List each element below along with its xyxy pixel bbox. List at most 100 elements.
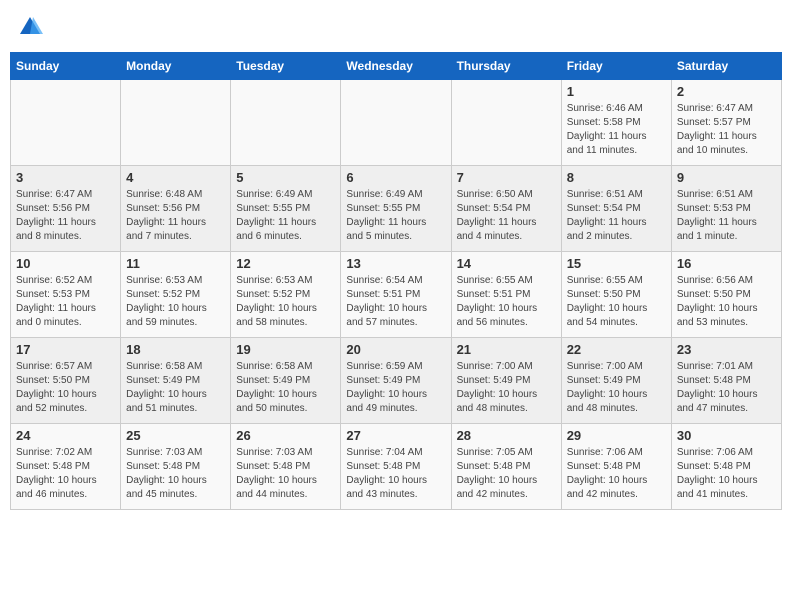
calendar-cell: 24Sunrise: 7:02 AM Sunset: 5:48 PM Dayli…: [11, 424, 121, 510]
calendar-week-1: 1Sunrise: 6:46 AM Sunset: 5:58 PM Daylig…: [11, 80, 782, 166]
day-info: Sunrise: 6:58 AM Sunset: 5:49 PM Dayligh…: [236, 360, 335, 416]
calendar-cell: 10 Sunrise: 6:52 AM Sunset: 5:53 PM Dayli…: [11, 252, 121, 338]
day-info: Sunrise: 7:04 AM Sunset: 5:48 PM Dayligh…: [346, 446, 445, 502]
day-info: Sunrise: 6:54 AM Sunset: 5:51 PM Dayligh…: [346, 274, 445, 330]
calendar-cell: 8 Sunrise: 6:51 AM Sunset: 5:54 PM Daylig…: [561, 166, 671, 252]
day-number: 10: [16, 256, 115, 271]
logo-icon: [17, 14, 43, 40]
weekday-header-saturday: Saturday: [671, 53, 781, 80]
day-number: 18: [126, 342, 225, 357]
calendar-cell: 13 Sunrise: 6:54 AM Sunset: 5:51 PM Dayli…: [341, 252, 451, 338]
day-number: 15: [567, 256, 666, 271]
day-number: 1: [567, 84, 666, 99]
calendar-cell: [451, 80, 561, 166]
day-info: Sunrise: 6:55 AM Sunset: 5:50 PM Dayligh…: [567, 274, 666, 330]
day-number: 16: [677, 256, 776, 271]
weekday-header-sunday: Sunday: [11, 53, 121, 80]
day-info: Sunrise: 7:00 AM Sunset: 5:49 PM Dayligh…: [567, 360, 666, 416]
day-info: Sunrise: 7:06 AM Sunset: 5:48 PM Dayligh…: [567, 446, 666, 502]
weekday-header-wednesday: Wednesday: [341, 53, 451, 80]
day-info: Sunrise: 6:48 AM Sunset: 5:56 PM Dayligh…: [126, 188, 225, 244]
day-number: 14: [457, 256, 556, 271]
calendar-week-4: 17Sunrise: 6:57 AM Sunset: 5:50 PM Dayli…: [11, 338, 782, 424]
calendar-cell: 2 Sunrise: 6:47 AM Sunset: 5:57 PM Daylig…: [671, 80, 781, 166]
day-number: 30: [677, 428, 776, 443]
day-number: 19: [236, 342, 335, 357]
day-number: 27: [346, 428, 445, 443]
day-info: Sunrise: 6:55 AM Sunset: 5:51 PM Dayligh…: [457, 274, 556, 330]
calendar-cell: 23 Sunrise: 7:01 AM Sunset: 5:48 PM Dayli…: [671, 338, 781, 424]
day-info: Sunrise: 7:00 AM Sunset: 5:49 PM Dayligh…: [457, 360, 556, 416]
day-info: Sunrise: 7:01 AM Sunset: 5:48 PM Dayligh…: [677, 360, 776, 416]
calendar-cell: 12 Sunrise: 6:53 AM Sunset: 5:52 PM Dayli…: [231, 252, 341, 338]
calendar-cell: 29 Sunrise: 7:06 AM Sunset: 5:48 PM Dayli…: [561, 424, 671, 510]
weekday-header-monday: Monday: [121, 53, 231, 80]
calendar-cell: 20 Sunrise: 6:59 AM Sunset: 5:49 PM Dayli…: [341, 338, 451, 424]
calendar-cell: 14 Sunrise: 6:55 AM Sunset: 5:51 PM Dayli…: [451, 252, 561, 338]
day-number: 6: [346, 170, 445, 185]
weekday-header-tuesday: Tuesday: [231, 53, 341, 80]
calendar-cell: 25 Sunrise: 7:03 AM Sunset: 5:48 PM Dayli…: [121, 424, 231, 510]
day-number: 17: [16, 342, 115, 357]
day-info: Sunrise: 6:56 AM Sunset: 5:50 PM Dayligh…: [677, 274, 776, 330]
logo: [16, 14, 42, 40]
day-number: 2: [677, 84, 776, 99]
page-header: [10, 10, 782, 44]
calendar-week-2: 3 Sunrise: 6:47 AM Sunset: 5:56 PM Daylig…: [11, 166, 782, 252]
calendar-cell: 30 Sunrise: 7:06 AM Sunset: 5:48 PM Dayli…: [671, 424, 781, 510]
calendar-cell: 7 Sunrise: 6:50 AM Sunset: 5:54 PM Daylig…: [451, 166, 561, 252]
day-info: Sunrise: 6:51 AM Sunset: 5:54 PM Dayligh…: [567, 188, 666, 244]
day-info: Sunrise: 6:50 AM Sunset: 5:54 PM Dayligh…: [457, 188, 556, 244]
calendar-cell: 6Sunrise: 6:49 AM Sunset: 5:55 PM Daylig…: [341, 166, 451, 252]
day-info: Sunrise: 7:05 AM Sunset: 5:48 PM Dayligh…: [457, 446, 556, 502]
day-number: 9: [677, 170, 776, 185]
calendar-cell: 11Sunrise: 6:53 AM Sunset: 5:52 PM Dayli…: [121, 252, 231, 338]
day-info: Sunrise: 7:03 AM Sunset: 5:48 PM Dayligh…: [236, 446, 335, 502]
day-info: Sunrise: 7:03 AM Sunset: 5:48 PM Dayligh…: [126, 446, 225, 502]
weekday-header-friday: Friday: [561, 53, 671, 80]
day-number: 20: [346, 342, 445, 357]
calendar-cell: 15 Sunrise: 6:55 AM Sunset: 5:50 PM Dayli…: [561, 252, 671, 338]
day-number: 3: [16, 170, 115, 185]
weekday-header-thursday: Thursday: [451, 53, 561, 80]
day-info: Sunrise: 6:47 AM Sunset: 5:57 PM Dayligh…: [677, 102, 776, 158]
day-info: Sunrise: 7:02 AM Sunset: 5:48 PM Dayligh…: [16, 446, 115, 502]
calendar-cell: [341, 80, 451, 166]
calendar-cell: 16 Sunrise: 6:56 AM Sunset: 5:50 PM Dayli…: [671, 252, 781, 338]
calendar-cell: 5 Sunrise: 6:49 AM Sunset: 5:55 PM Daylig…: [231, 166, 341, 252]
day-info: Sunrise: 6:47 AM Sunset: 5:56 PM Dayligh…: [16, 188, 115, 244]
day-number: 7: [457, 170, 556, 185]
calendar-cell: 9 Sunrise: 6:51 AM Sunset: 5:53 PM Daylig…: [671, 166, 781, 252]
calendar-cell: 1Sunrise: 6:46 AM Sunset: 5:58 PM Daylig…: [561, 80, 671, 166]
day-number: 22: [567, 342, 666, 357]
calendar-cell: 22 Sunrise: 7:00 AM Sunset: 5:49 PM Dayli…: [561, 338, 671, 424]
calendar-cell: [231, 80, 341, 166]
calendar-header: SundayMondayTuesdayWednesdayThursdayFrid…: [11, 53, 782, 80]
day-info: Sunrise: 6:51 AM Sunset: 5:53 PM Dayligh…: [677, 188, 776, 244]
calendar-cell: 17Sunrise: 6:57 AM Sunset: 5:50 PM Dayli…: [11, 338, 121, 424]
calendar-cell: 18 Sunrise: 6:58 AM Sunset: 5:49 PM Dayli…: [121, 338, 231, 424]
day-number: 23: [677, 342, 776, 357]
day-info: Sunrise: 6:53 AM Sunset: 5:52 PM Dayligh…: [236, 274, 335, 330]
day-number: 29: [567, 428, 666, 443]
day-number: 12: [236, 256, 335, 271]
day-info: Sunrise: 6:58 AM Sunset: 5:49 PM Dayligh…: [126, 360, 225, 416]
day-info: Sunrise: 6:52 AM Sunset: 5:53 PM Dayligh…: [16, 274, 115, 330]
calendar-week-3: 10 Sunrise: 6:52 AM Sunset: 5:53 PM Dayli…: [11, 252, 782, 338]
day-number: 8: [567, 170, 666, 185]
calendar-cell: [121, 80, 231, 166]
day-number: 4: [126, 170, 225, 185]
day-number: 5: [236, 170, 335, 185]
day-number: 13: [346, 256, 445, 271]
day-info: Sunrise: 7:06 AM Sunset: 5:48 PM Dayligh…: [677, 446, 776, 502]
calendar-cell: 26 Sunrise: 7:03 AM Sunset: 5:48 PM Dayli…: [231, 424, 341, 510]
calendar-cell: 19 Sunrise: 6:58 AM Sunset: 5:49 PM Dayli…: [231, 338, 341, 424]
day-number: 28: [457, 428, 556, 443]
day-number: 26: [236, 428, 335, 443]
day-number: 11: [126, 256, 225, 271]
calendar-cell: [11, 80, 121, 166]
calendar-cell: 28 Sunrise: 7:05 AM Sunset: 5:48 PM Dayli…: [451, 424, 561, 510]
day-info: Sunrise: 6:49 AM Sunset: 5:55 PM Dayligh…: [236, 188, 335, 244]
day-number: 25: [126, 428, 225, 443]
day-info: Sunrise: 6:59 AM Sunset: 5:49 PM Dayligh…: [346, 360, 445, 416]
